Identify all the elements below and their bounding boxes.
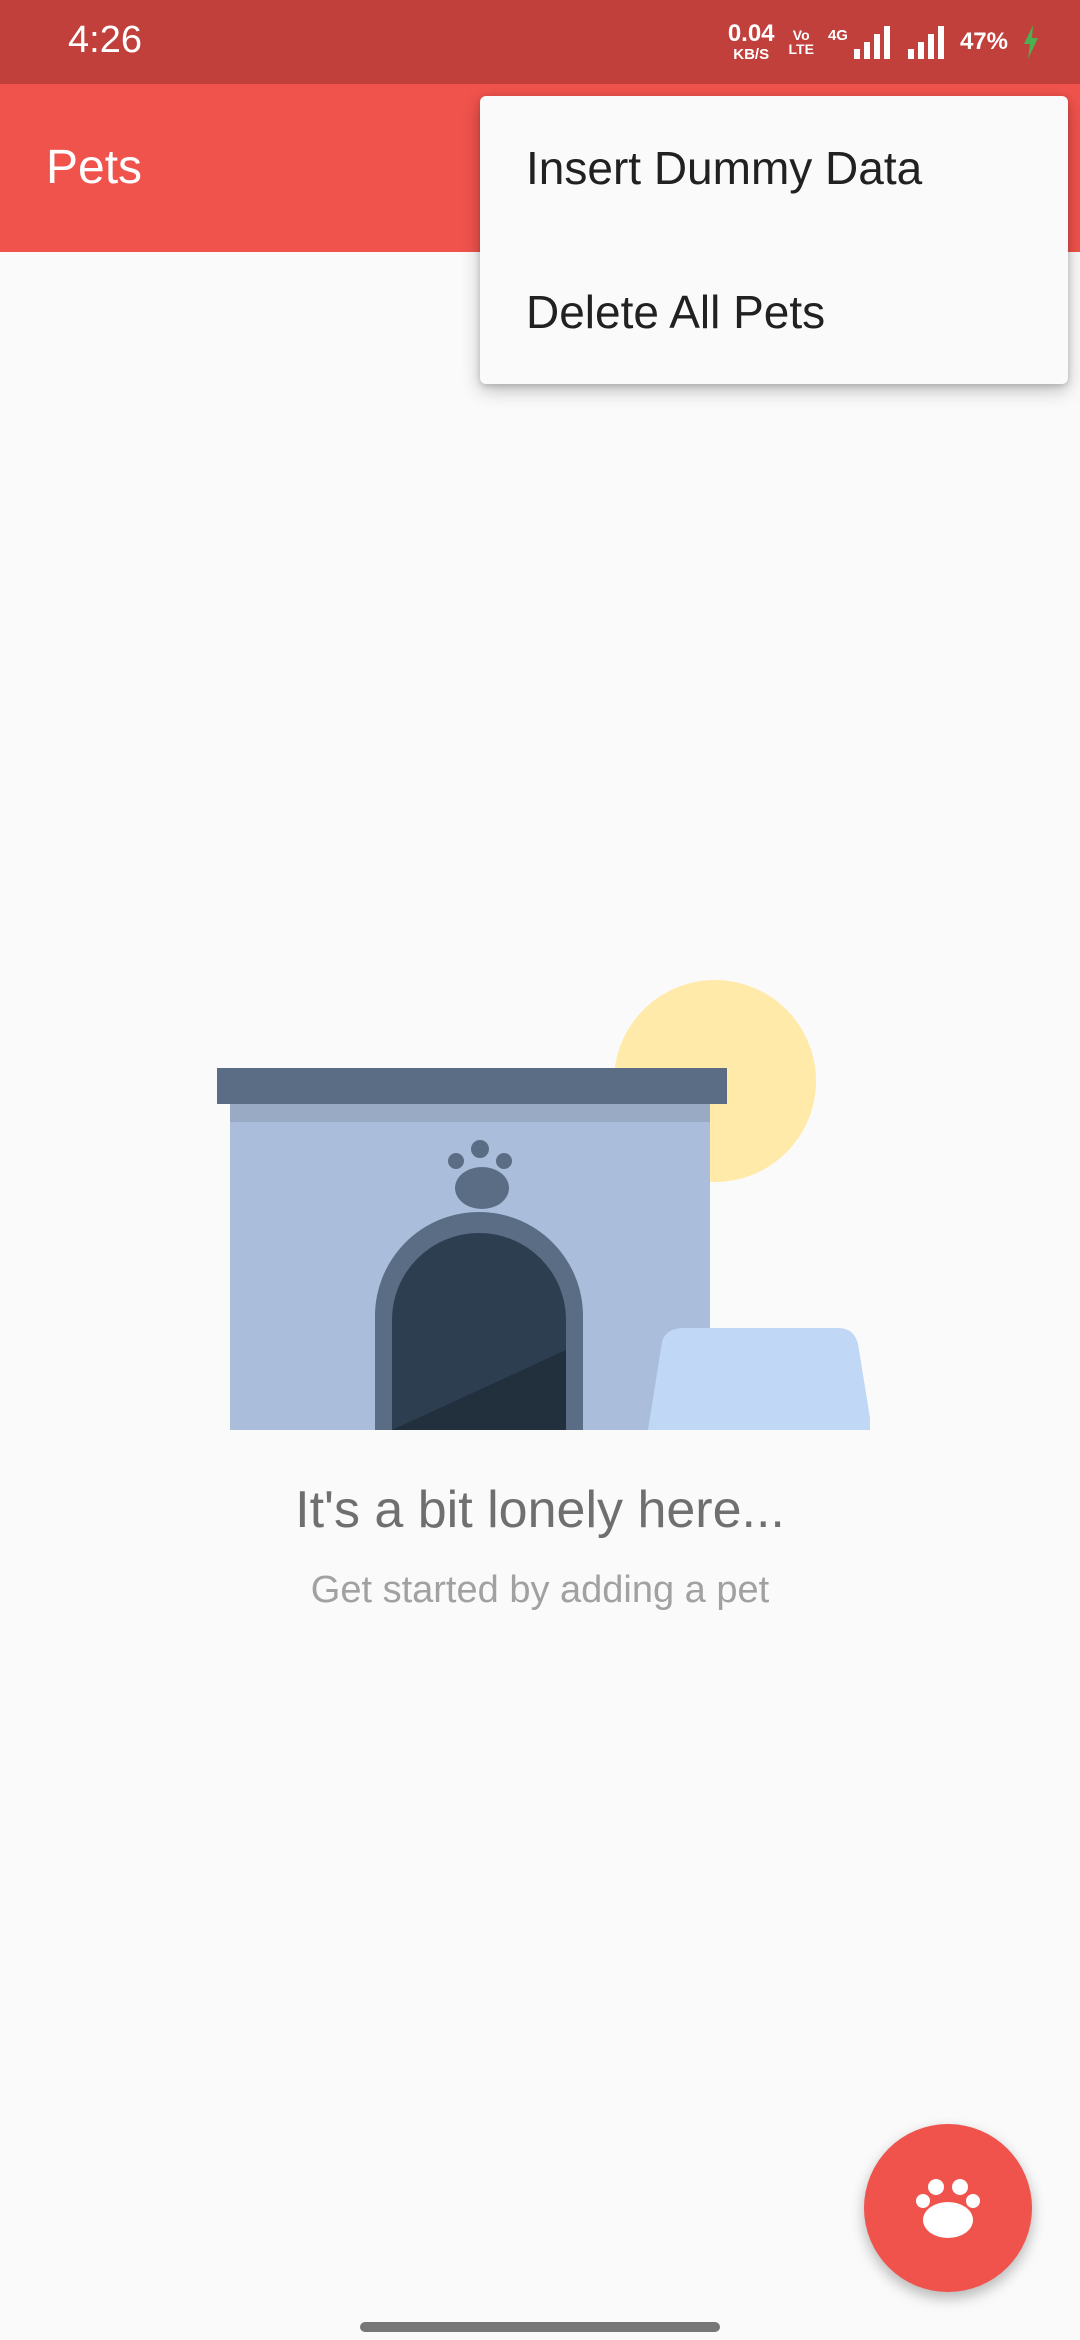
- signal-group-1: 4G: [828, 25, 892, 59]
- add-pet-fab[interactable]: [864, 2124, 1032, 2292]
- charging-icon: [1024, 25, 1038, 59]
- network-type: 4G: [827, 27, 848, 44]
- network-speed-unit: KB/S: [733, 46, 770, 63]
- status-bar: 4:26 0.04 KB/S Vo LTE 4G 47%: [0, 0, 1080, 84]
- volte-bottom: LTE: [788, 41, 814, 57]
- empty-state-title: It's a bit lonely here...: [295, 1481, 785, 1539]
- menu-item-delete-all-pets[interactable]: Delete All Pets: [480, 240, 1068, 384]
- food-bowl: [648, 1328, 870, 1430]
- screen: 4:26 0.04 KB/S Vo LTE 4G 47% Pets It's a…: [0, 0, 1080, 2340]
- paw-icon: [916, 2179, 980, 2238]
- overflow-menu: Insert Dummy Data Delete All Pets: [480, 96, 1068, 384]
- network-speed: 0.04 KB/S: [727, 20, 775, 63]
- house-roof: [217, 1068, 727, 1104]
- pet-house-illustration: [217, 980, 870, 1430]
- status-icons: 0.04 KB/S Vo LTE 4G 47%: [728, 20, 1040, 64]
- volte-indicator: Vo LTE: [789, 28, 814, 56]
- volte-top: Vo: [792, 27, 810, 43]
- empty-state-subtitle: Get started by adding a pet: [310, 1569, 770, 1611]
- network-speed-value: 0.04: [727, 20, 775, 47]
- battery-percent: 47%: [959, 28, 1008, 55]
- app-title: Pets: [46, 141, 143, 194]
- status-time: 4:26: [68, 19, 142, 61]
- menu-item-insert-dummy-data[interactable]: Insert Dummy Data: [480, 96, 1068, 240]
- signal-icon: [907, 26, 944, 59]
- signal-icon: [853, 26, 890, 59]
- gesture-nav-bar[interactable]: [360, 2322, 720, 2332]
